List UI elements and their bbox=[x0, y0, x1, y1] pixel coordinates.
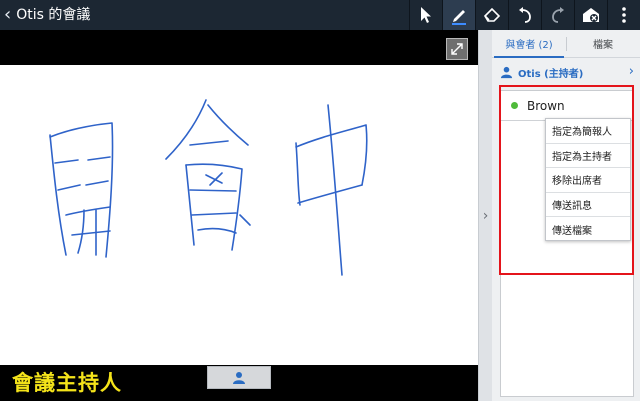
canvas-top-margin bbox=[0, 30, 478, 65]
person-icon bbox=[500, 66, 513, 78]
list-item[interactable]: Brown bbox=[501, 91, 633, 121]
pen-tool-button[interactable] bbox=[442, 0, 475, 30]
redo-button[interactable] bbox=[541, 0, 574, 30]
menu-item-send-message[interactable]: 傳送訊息 bbox=[546, 193, 630, 217]
host-view-button[interactable] bbox=[207, 366, 271, 389]
chevron-right-icon: › bbox=[482, 207, 489, 224]
menu-item-assign-presenter[interactable]: 指定為簡報人 bbox=[546, 119, 630, 144]
eraser-tool-button[interactable] bbox=[475, 0, 508, 30]
back-button[interactable]: ‹ Otis 的會議 bbox=[4, 5, 90, 25]
eraser-icon bbox=[483, 7, 501, 22]
more-button[interactable] bbox=[607, 0, 640, 30]
participant-name: Brown bbox=[527, 98, 565, 113]
chevron-right-icon: › bbox=[628, 64, 634, 79]
title-bar: ‹ Otis 的會議 bbox=[0, 0, 640, 30]
redo-icon bbox=[552, 7, 564, 23]
undo-button[interactable] bbox=[508, 0, 541, 30]
expand-icon bbox=[451, 43, 463, 55]
meeting-title: Otis 的會議 bbox=[16, 7, 91, 23]
tab-files[interactable]: 檔案 bbox=[566, 30, 640, 57]
clear-icon bbox=[583, 8, 599, 22]
expand-button[interactable] bbox=[446, 38, 468, 60]
pointer-tool-button[interactable] bbox=[409, 0, 442, 30]
participant-context-menu: 指定為簡報人 指定為主持者 移除出席者 傳送訊息 傳送檔案 bbox=[545, 118, 631, 241]
host-item[interactable]: Otis (主持者) › bbox=[500, 63, 634, 81]
chevron-left-icon: ‹ bbox=[4, 4, 12, 25]
online-status-dot bbox=[511, 102, 518, 109]
tab-divider bbox=[566, 37, 567, 51]
panel-collapse-handle[interactable]: › bbox=[478, 30, 492, 401]
person-icon bbox=[233, 371, 245, 384]
menu-item-send-file[interactable]: 傳送檔案 bbox=[546, 217, 630, 242]
host-caption: 會議主持人 bbox=[12, 371, 122, 395]
more-icon bbox=[622, 7, 626, 23]
pointer-icon bbox=[421, 7, 431, 23]
tab-participants[interactable]: 與會者 (2) bbox=[492, 30, 566, 58]
clear-button[interactable] bbox=[574, 0, 607, 30]
host-name: Otis (主持者) bbox=[518, 68, 584, 80]
handwriting-strokes bbox=[49, 99, 368, 276]
whiteboard-canvas[interactable] bbox=[0, 65, 478, 365]
menu-item-remove-attendee[interactable]: 移除出席者 bbox=[546, 168, 630, 193]
undo-icon bbox=[519, 7, 531, 23]
pen-icon bbox=[452, 10, 466, 25]
menu-item-assign-host[interactable]: 指定為主持者 bbox=[546, 144, 630, 168]
